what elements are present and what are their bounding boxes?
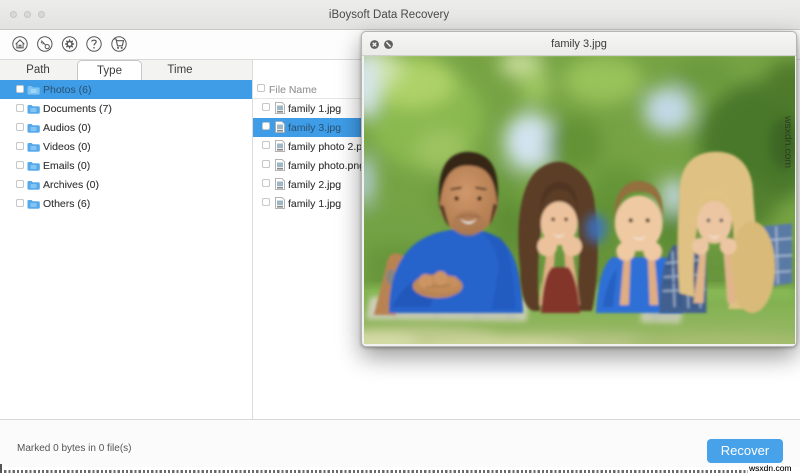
svg-text:wsxdn.com: wsxdn.com bbox=[782, 115, 793, 168]
